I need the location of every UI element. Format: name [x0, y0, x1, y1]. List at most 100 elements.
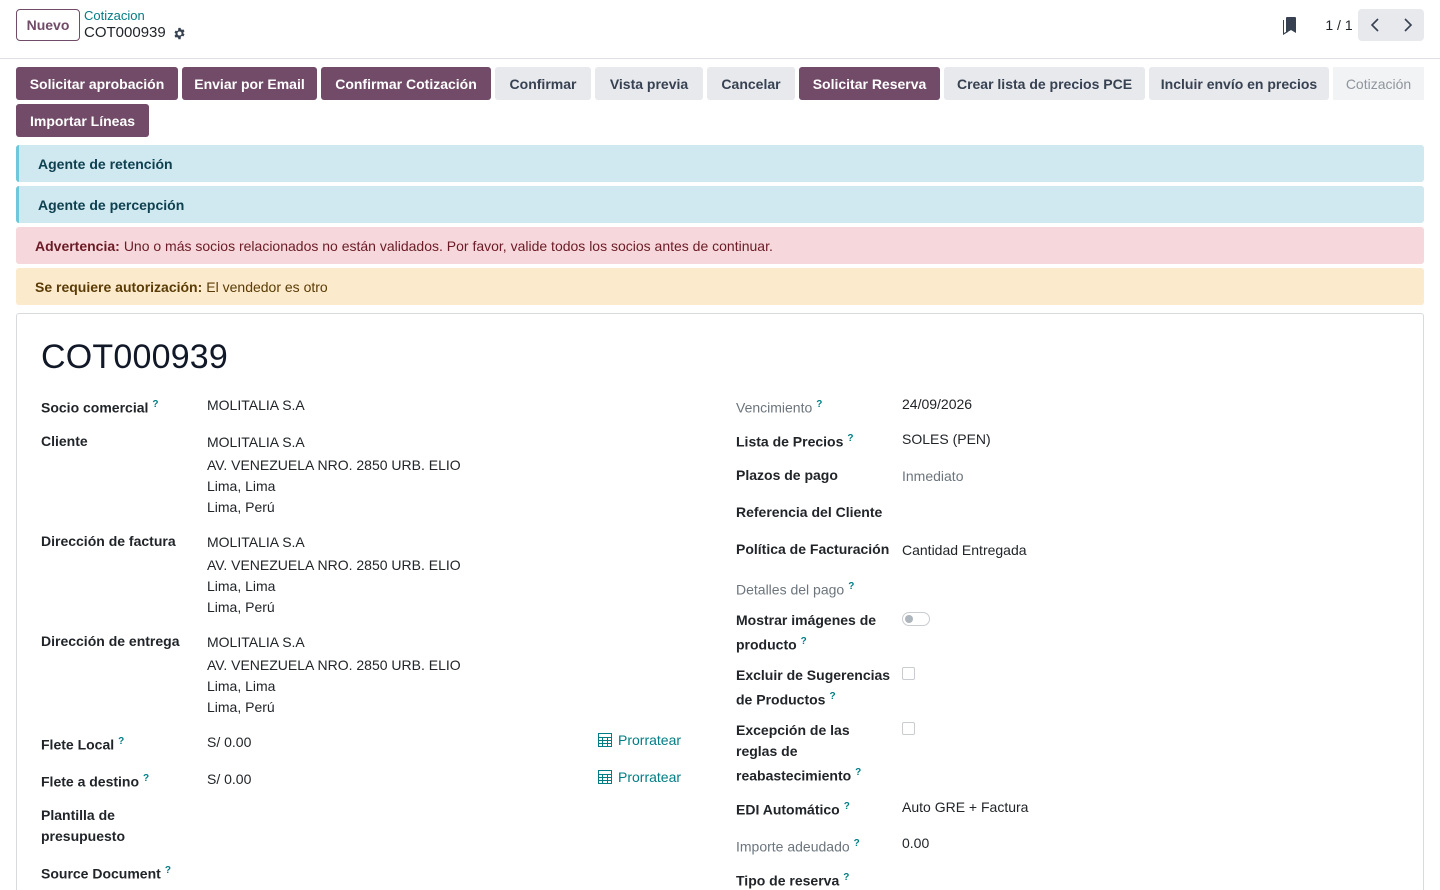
confirmar-cotizacion-button[interactable]: Confirmar Cotización: [321, 67, 491, 100]
cancelar-button[interactable]: Cancelar: [707, 67, 795, 100]
alert-percepcion-text: Agente de percepción: [38, 196, 185, 213]
solicitar-reserva-button[interactable]: Solicitar Reserva: [799, 67, 940, 100]
bookmark-icon[interactable]: [1283, 17, 1297, 35]
status-cotizacion[interactable]: Cotización: [1333, 67, 1424, 100]
edi-automatico-label: EDI Automático?: [736, 801, 850, 818]
excluir-sugerencias-label: Excluir de Sugerencias: [736, 667, 891, 683]
alert-percepcion: Agente de percepción: [16, 186, 1424, 223]
calculator-icon: [598, 733, 612, 747]
solicitar-aprobacion-button[interactable]: Solicitar aprobación: [16, 67, 178, 100]
plantilla-presupuesto-label-2: presupuesto: [41, 828, 126, 844]
cliente-address-line: AV. VENEZUELA NRO. 2850 URB. ELIO: [207, 457, 461, 473]
help-icon[interactable]: ?: [848, 581, 854, 592]
breadcrumb-current-label: COT000939: [84, 24, 166, 41]
pager-next-button[interactable]: [1391, 9, 1424, 41]
plantilla-presupuesto-label: Plantilla de: [41, 807, 115, 823]
alert-autorizacion-title: Se requiere autorización:: [35, 278, 203, 295]
excepcion-reglas-checkbox[interactable]: [902, 722, 915, 735]
direccion-factura-label: Dirección de factura: [41, 533, 176, 549]
help-icon[interactable]: ?: [143, 773, 149, 784]
direccion-factura-field[interactable]: MOLITALIA S.A: [207, 532, 305, 553]
politica-facturacion-field[interactable]: Cantidad Entregada: [902, 540, 1027, 561]
vencimiento-label: Vencimiento?: [736, 399, 823, 416]
referencia-cliente-label: Referencia del Cliente: [736, 504, 883, 520]
alert-advertencia: Advertencia: Uno o más socios relacionad…: [16, 227, 1424, 264]
entrega-address-line: Lima, Lima: [207, 678, 276, 694]
help-icon[interactable]: ?: [843, 872, 849, 883]
chevron-right-icon: [1403, 18, 1412, 32]
flete-local-label: Flete Local?: [41, 736, 125, 753]
enviar-email-button[interactable]: Enviar por Email: [182, 67, 317, 100]
flete-destino-field[interactable]: S/ 0.00: [207, 769, 251, 790]
calculator-icon: [598, 770, 612, 784]
entrega-address-line: Lima, Perú: [207, 699, 275, 715]
alert-autorizacion-text: El vendedor es otro: [206, 278, 328, 295]
flete-local-field[interactable]: S/ 0.00: [207, 732, 251, 753]
new-button[interactable]: Nuevo: [16, 9, 80, 41]
cliente-address-line: Lima, Perú: [207, 499, 275, 515]
factura-address-line: Lima, Lima: [207, 578, 276, 594]
breadcrumb-current: COT000939: [84, 24, 186, 42]
plazos-pago-field[interactable]: Inmediato: [902, 466, 963, 487]
cliente-field[interactable]: MOLITALIA S.A: [207, 432, 305, 453]
importe-adeudado-label: Importe adeudado?: [736, 838, 860, 855]
vista-previa-button[interactable]: Vista previa: [595, 67, 703, 100]
politica-facturacion-label: Política de Facturación: [736, 541, 890, 557]
excluir-sugerencias-label-2: de Productos?: [736, 691, 836, 708]
factura-address-line: AV. VENEZUELA NRO. 2850 URB. ELIO: [207, 557, 461, 573]
crear-lista-precios-button[interactable]: Crear lista de precios PCE: [944, 67, 1145, 100]
breadcrumb: Cotizacion COT000939: [84, 8, 186, 42]
flete-destino-label: Flete a destino?: [41, 773, 150, 790]
lista-precios-field[interactable]: SOLES (PEN): [902, 429, 991, 450]
source-document-label: Source Document?: [41, 865, 171, 882]
cliente-address-line: Lima, Lima: [207, 478, 276, 494]
help-icon[interactable]: ?: [165, 865, 171, 876]
help-icon[interactable]: ?: [118, 736, 124, 747]
prorratear-label: Prorratear: [618, 769, 682, 785]
edi-automatico-field[interactable]: Auto GRE + Factura: [902, 797, 1028, 818]
help-icon[interactable]: ?: [854, 838, 860, 849]
excepcion-reglas-label-2: reglas de: [736, 743, 798, 759]
excepcion-reglas-label: Excepción de las: [736, 722, 850, 738]
breadcrumb-parent-link[interactable]: Cotizacion: [84, 8, 186, 24]
confirmar-button[interactable]: Confirmar: [495, 67, 591, 100]
cliente-label: Cliente: [41, 433, 88, 449]
excluir-sugerencias-checkbox[interactable]: [902, 667, 915, 680]
alert-retencion: Agente de retención: [16, 145, 1424, 182]
importar-lineas-button[interactable]: Importar Líneas: [16, 104, 149, 137]
alert-autorizacion: Se requiere autorización: El vendedor es…: [16, 268, 1424, 305]
help-icon[interactable]: ?: [847, 433, 853, 444]
alert-advertencia-text: Uno o más socios relacionados no están v…: [123, 237, 773, 254]
help-icon[interactable]: ?: [152, 399, 158, 410]
help-icon[interactable]: ?: [844, 801, 850, 812]
lista-precios-label: Lista de Precios?: [736, 433, 854, 450]
pager-value[interactable]: 1 / 1: [1318, 17, 1360, 33]
detalles-pago-label: Detalles del pago?: [736, 581, 855, 598]
excepcion-reglas-label-3: reabastecimiento?: [736, 767, 862, 784]
alert-retencion-text: Agente de retención: [38, 155, 173, 172]
socio-comercial-field[interactable]: MOLITALIA S.A: [207, 395, 305, 416]
prorratear-flete-destino-button[interactable]: Prorratear: [598, 769, 681, 785]
document-title: COT000939: [41, 338, 229, 376]
plazos-pago-label: Plazos de pago: [736, 467, 838, 483]
mostrar-imagenes-label-2: producto?: [736, 636, 807, 653]
importe-adeudado-field: 0.00: [902, 835, 930, 851]
direccion-entrega-label: Dirección de entrega: [41, 633, 180, 649]
alert-advertencia-title: Advertencia:: [35, 237, 120, 254]
vencimiento-field[interactable]: 24/09/2026: [902, 394, 972, 415]
help-icon[interactable]: ?: [855, 767, 861, 778]
mostrar-imagenes-toggle[interactable]: [902, 612, 930, 626]
pager-previous-button[interactable]: [1358, 9, 1391, 41]
toggle-knob: [905, 615, 913, 623]
prorratear-flete-local-button[interactable]: Prorratear: [598, 732, 681, 748]
direccion-entrega-field[interactable]: MOLITALIA S.A: [207, 632, 305, 653]
help-icon[interactable]: ?: [829, 691, 835, 702]
socio-comercial-label: Socio comercial?: [41, 399, 159, 416]
help-icon[interactable]: ?: [816, 399, 822, 410]
tipo-reserva-label: Tipo de reserva?: [736, 872, 850, 889]
help-icon[interactable]: ?: [801, 636, 807, 647]
gear-icon[interactable]: [173, 27, 186, 40]
mostrar-imagenes-label: Mostrar imágenes de: [736, 612, 877, 628]
incluir-envio-button[interactable]: Incluir envío en precios: [1149, 67, 1329, 100]
prorratear-label: Prorratear: [618, 732, 682, 748]
